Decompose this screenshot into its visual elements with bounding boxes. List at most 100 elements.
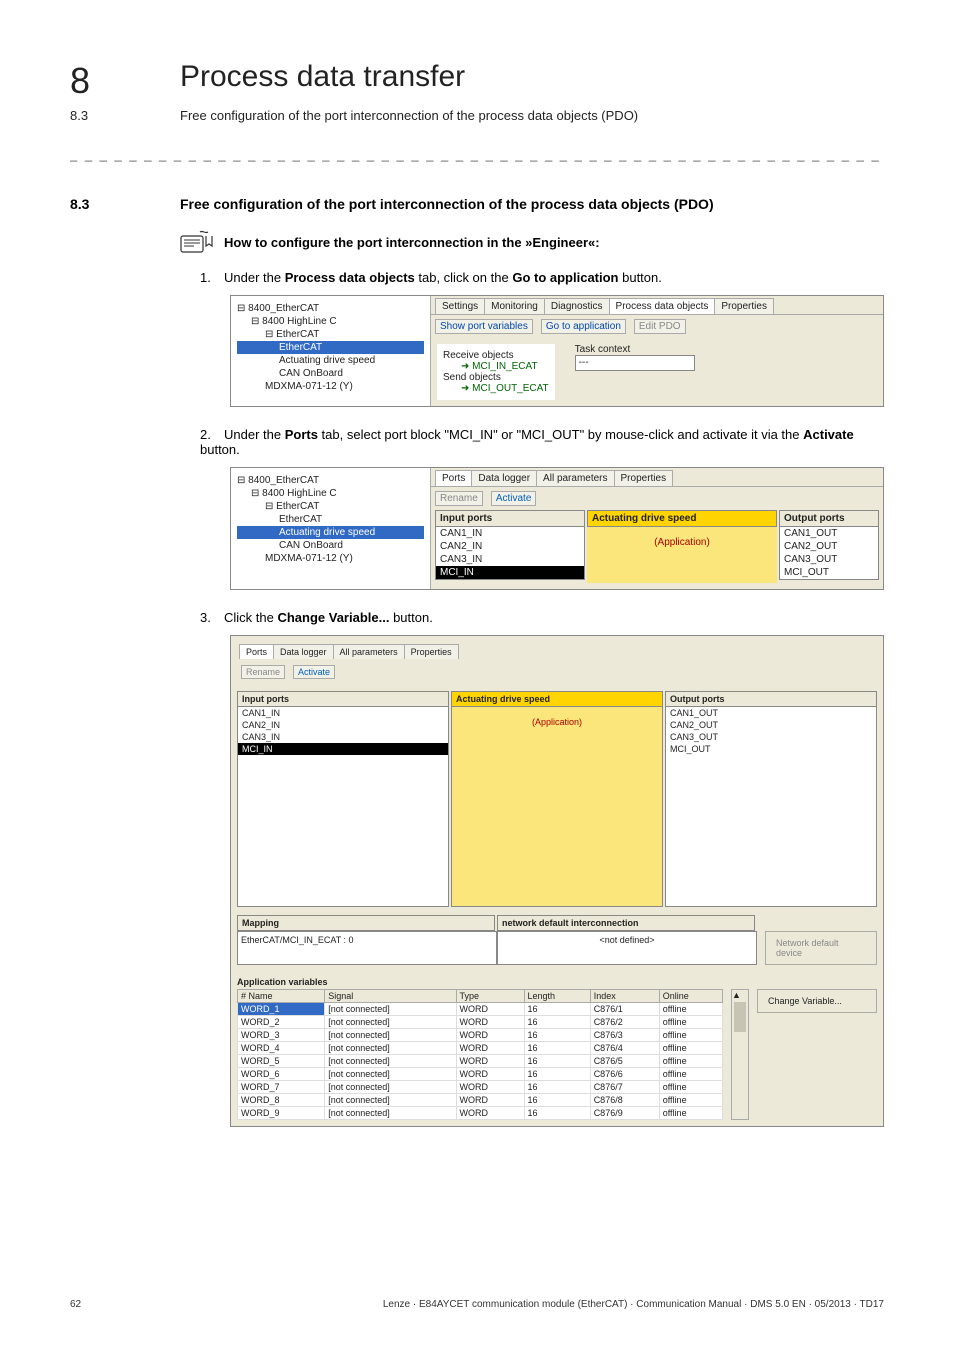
table-header: Index [590, 990, 659, 1003]
scrollbar[interactable]: ▲ [731, 989, 749, 1120]
tree-item[interactable]: Actuating drive speed [237, 526, 424, 539]
tab-all-parameters[interactable]: All parameters [333, 644, 405, 659]
input-ports-header: Input ports [237, 691, 449, 707]
tree-item[interactable]: ⊟ 8400_EtherCAT [237, 302, 424, 315]
tab-ports[interactable]: Ports [239, 644, 274, 659]
application-variables-table[interactable]: # NameSignalTypeLengthIndexOnline WORD_1… [237, 989, 723, 1120]
task-context-label: Task context [575, 344, 695, 355]
project-tree[interactable]: ⊟ 8400_EtherCAT⊟ 8400 HighLine C⊟ EtherC… [231, 296, 431, 406]
port-item[interactable]: CAN3_IN [436, 553, 584, 566]
table-row[interactable]: WORD_6[not connected]WORD16C876/6offline [238, 1068, 723, 1081]
port-item[interactable]: MCI_OUT [780, 566, 878, 579]
tree-item[interactable]: MDXMA-071-12 (Y) [237, 380, 424, 393]
tree-item[interactable]: CAN OnBoard [237, 539, 424, 552]
screenshot-2: ⊟ 8400_EtherCAT⊟ 8400 HighLine C⊟ EtherC… [230, 467, 884, 590]
edit-pdo-button[interactable]: Edit PDO [634, 319, 686, 334]
activate-button[interactable]: Activate [293, 665, 335, 679]
tab-diagnostics[interactable]: Diagnostics [544, 298, 610, 314]
rename-button[interactable]: Rename [435, 491, 483, 506]
change-variable-button[interactable]: Change Variable... [757, 989, 877, 1013]
tab-properties[interactable]: Properties [614, 470, 674, 486]
tree-item[interactable]: MDXMA-071-12 (Y) [237, 552, 424, 565]
port-item[interactable]: CAN1_OUT [780, 527, 878, 540]
output-ports-list[interactable]: CAN1_OUTCAN2_OUTCAN3_OUTMCI_OUT [779, 527, 879, 580]
port-item[interactable]: MCI_IN [238, 743, 448, 755]
output-ports-header: Output ports [665, 691, 877, 707]
go-to-application-button[interactable]: Go to application [541, 319, 626, 334]
port-item[interactable]: CAN1_IN [238, 707, 448, 719]
step-2: 2.Under the Ports tab, select port block… [200, 427, 884, 457]
network-value[interactable]: <not defined> [497, 931, 757, 965]
tab-bar: SettingsMonitoringDiagnosticsProcess dat… [431, 296, 883, 315]
section-number: 8.3 [70, 196, 150, 212]
procedure-icon [180, 230, 214, 254]
tab-ports[interactable]: Ports [435, 470, 472, 486]
table-row[interactable]: WORD_8[not connected]WORD16C876/8offline [238, 1094, 723, 1107]
port-item[interactable]: CAN2_IN [238, 719, 448, 731]
activate-button[interactable]: Activate [491, 491, 537, 506]
input-ports-list[interactable]: CAN1_INCAN2_INCAN3_INMCI_IN [435, 527, 585, 580]
tab-settings[interactable]: Settings [435, 298, 485, 314]
port-item[interactable]: CAN2_OUT [780, 540, 878, 553]
port-item[interactable]: CAN3_OUT [780, 553, 878, 566]
port-item[interactable]: CAN3_OUT [666, 731, 876, 743]
tree-item[interactable]: ⊟ 8400_EtherCAT [237, 474, 424, 487]
chapter-number: 8 [70, 60, 150, 102]
tab-data-logger[interactable]: Data logger [471, 470, 537, 486]
tree-item[interactable]: EtherCAT [237, 513, 424, 526]
tab-properties[interactable]: Properties [714, 298, 774, 314]
table-header: Signal [325, 990, 456, 1003]
tree-item[interactable]: ⊟ 8400 HighLine C [237, 315, 424, 328]
show-port-variables-button[interactable]: Show port variables [435, 319, 533, 334]
project-tree[interactable]: ⊟ 8400_EtherCAT⊟ 8400 HighLine C⊟ EtherC… [231, 468, 431, 589]
tab-monitoring[interactable]: Monitoring [484, 298, 545, 314]
table-row[interactable]: WORD_4[not connected]WORD16C876/4offline [238, 1042, 723, 1055]
tree-item[interactable]: Actuating drive speed [237, 354, 424, 367]
tree-item[interactable]: ⊟ EtherCAT [237, 500, 424, 513]
table-row[interactable]: WORD_7[not connected]WORD16C876/7offline [238, 1081, 723, 1094]
tab-data-logger[interactable]: Data logger [273, 644, 334, 659]
table-row[interactable]: WORD_2[not connected]WORD16C876/2offline [238, 1016, 723, 1029]
tab-properties[interactable]: Properties [404, 644, 459, 659]
mapping-header: Mapping [237, 915, 495, 931]
step-1: 1.Under the Process data objects tab, cl… [200, 270, 884, 285]
receive-object-item[interactable]: ➜ MCI_IN_ECAT [443, 361, 549, 372]
rename-button[interactable]: Rename [241, 665, 285, 679]
tree-item[interactable]: ⊟ EtherCAT [237, 328, 424, 341]
tree-item[interactable]: CAN OnBoard [237, 367, 424, 380]
application-block: (Application) [587, 527, 777, 583]
page-number: 62 [70, 1299, 81, 1310]
tree-item[interactable]: EtherCAT [237, 341, 424, 354]
tab-process-data-objects[interactable]: Process data objects [609, 298, 716, 314]
divider: _ _ _ _ _ _ _ _ _ _ _ _ _ _ _ _ _ _ _ _ … [70, 147, 884, 162]
table-row[interactable]: WORD_5[not connected]WORD16C876/5offline [238, 1055, 723, 1068]
table-header: Type [456, 990, 524, 1003]
table-row[interactable]: WORD_1[not connected]WORD16C876/1offline [238, 1003, 723, 1016]
port-item[interactable]: CAN2_OUT [666, 719, 876, 731]
port-item[interactable]: CAN1_OUT [666, 707, 876, 719]
application-variables-label: Application variables [237, 977, 877, 987]
tree-item[interactable]: ⊟ 8400 HighLine C [237, 487, 424, 500]
task-context-value[interactable]: --- [575, 355, 695, 371]
send-objects-label: Send objects [443, 372, 549, 383]
port-item[interactable]: CAN2_IN [436, 540, 584, 553]
port-item[interactable]: CAN1_IN [436, 527, 584, 540]
table-row[interactable]: WORD_3[not connected]WORD16C876/3offline [238, 1029, 723, 1042]
port-item[interactable]: MCI_OUT [666, 743, 876, 755]
input-ports-list[interactable]: CAN1_INCAN2_INCAN3_INMCI_IN [237, 707, 449, 907]
mapping-value[interactable]: EtherCAT/MCI_IN_ECAT : 0 [237, 931, 497, 965]
step-3: 3.Click the Change Variable... button. [200, 610, 884, 625]
table-header: # Name [238, 990, 325, 1003]
send-object-item[interactable]: ➜ MCI_OUT_ECAT [443, 383, 549, 394]
tab-bar: PortsData loggerAll parametersProperties [431, 468, 883, 487]
footer-info: Lenze · E84AYCET communication module (E… [383, 1299, 884, 1310]
network-default-device-button[interactable]: Network default device [765, 931, 877, 965]
port-item[interactable]: CAN3_IN [238, 731, 448, 743]
port-item[interactable]: MCI_IN [436, 566, 584, 579]
tab-all-parameters[interactable]: All parameters [536, 470, 614, 486]
output-ports-header: Output ports [779, 510, 879, 527]
table-row[interactable]: WORD_9[not connected]WORD16C876/9offline [238, 1107, 723, 1120]
subsection-number: 8.3 [70, 108, 150, 123]
output-ports-list[interactable]: CAN1_OUTCAN2_OUTCAN3_OUTMCI_OUT [665, 707, 877, 907]
procedure-heading: How to configure the port interconnectio… [224, 235, 600, 250]
